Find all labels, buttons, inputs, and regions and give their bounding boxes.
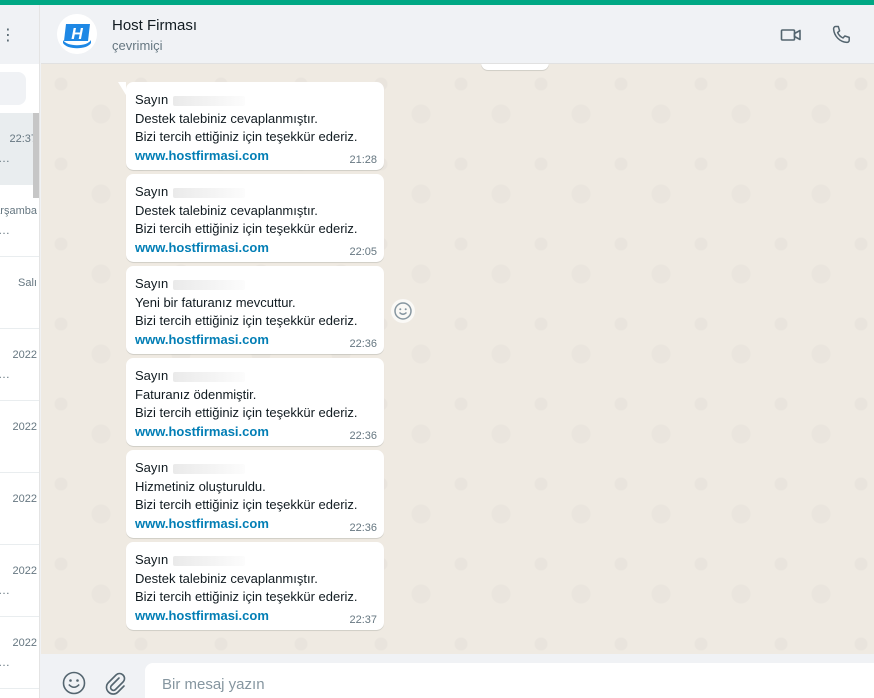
chat-preview: … — [0, 583, 10, 597]
message-greeting: Sayın — [135, 368, 169, 383]
message-text: Hizmetiniz oluşturuldu. — [135, 478, 266, 494]
message-bubble[interactable]: Sayın Faturanız ödenmiştir. Bizi tercih et… — [126, 358, 384, 446]
message-text: Destek talebiniz cevaplanmıştır. — [135, 202, 318, 218]
sidebar-scrollbar[interactable] — [33, 113, 39, 198]
chat-list-item[interactable]: 2022 — [0, 473, 39, 545]
sidebar-header: ⋮ — [0, 5, 39, 64]
chat-time: 2022 — [12, 637, 37, 649]
message-greeting-line: Sayın — [135, 367, 375, 386]
contact-status: çevrimiçi — [112, 38, 163, 53]
contact-name[interactable]: Host Firması — [112, 17, 197, 34]
message-greeting-line: Sayın — [135, 183, 375, 202]
compose-bar — [41, 654, 874, 698]
message-pane[interactable]: Sayın Destek talebiniz cevaplanmıştır. Biz… — [41, 64, 874, 654]
svg-text:H: H — [71, 26, 83, 43]
message-time: 22:05 — [349, 246, 377, 258]
search-input[interactable] — [0, 72, 26, 105]
redacted-name — [173, 279, 246, 290]
chat-preview: … — [0, 655, 10, 669]
message-greeting-line: Sayın — [135, 459, 375, 478]
chat-preview: … — [0, 223, 10, 237]
message-thanks: Bizi tercih ettiğiniz için teşekkür eder… — [135, 221, 358, 236]
message-time: 22:36 — [349, 338, 377, 350]
chat-time: 2022 — [12, 493, 37, 505]
message-time: 22:36 — [349, 430, 377, 442]
redacted-name — [173, 187, 246, 198]
chat-list-item[interactable]: 2022… — [0, 617, 39, 689]
chat-header: H Host Firması çevrimiçi — [41, 5, 874, 64]
message-greeting: Sayın — [135, 460, 169, 475]
redacted-name — [173, 555, 246, 566]
attach-icon[interactable] — [102, 670, 128, 696]
message-time: 21:28 — [349, 154, 377, 166]
emoji-reaction-icon — [394, 302, 412, 320]
message-greeting-line: Sayın — [135, 91, 375, 110]
host-logo-icon: H — [57, 14, 97, 54]
message-greeting-line: Sayın — [135, 551, 375, 570]
chat-list-item[interactable]: 2022… — [0, 329, 39, 401]
chat-list: 22:37…Çarşamba…Salı2022…202220222022…202… — [0, 113, 39, 689]
chat-list-sidebar: ⋮ 22:37…Çarşamba…Salı2022…202220222022…2… — [0, 5, 40, 698]
redacted-name — [173, 371, 246, 382]
chat-time: Çarşamba — [0, 205, 37, 217]
chat-preview: … — [0, 151, 10, 165]
message-text: Yeni bir faturanız mevcuttur. — [135, 294, 296, 310]
message-greeting-line: Sayın — [135, 275, 375, 294]
message-time: 22:37 — [349, 614, 377, 626]
message-bubble[interactable]: Sayın Hizmetiniz oluşturuldu. Bizi tercih … — [126, 450, 384, 538]
emoji-icon[interactable] — [61, 670, 87, 696]
message-link[interactable]: www.hostfirmasi.com — [135, 239, 375, 257]
message-thanks: Bizi tercih ettiğiniz için teşekkür eder… — [135, 589, 358, 604]
chat-list-item[interactable]: 2022 — [0, 401, 39, 473]
message-text: Destek talebiniz cevaplanmıştır. — [135, 570, 318, 586]
message-input[interactable] — [145, 663, 874, 698]
menu-icon[interactable]: ⋮ — [0, 25, 17, 45]
message-link[interactable]: www.hostfirmasi.com — [135, 331, 375, 349]
chat-time: 2022 — [12, 349, 37, 361]
voice-call-icon[interactable] — [829, 23, 853, 47]
message-thanks: Bizi tercih ettiğiniz için teşekkür eder… — [135, 405, 358, 420]
chat-time: 2022 — [12, 565, 37, 577]
message-thanks: Bizi tercih ettiğiniz için teşekkür eder… — [135, 129, 358, 144]
message-greeting: Sayın — [135, 552, 169, 567]
message-link[interactable]: www.hostfirmasi.com — [135, 607, 375, 625]
reaction-button[interactable] — [391, 299, 415, 323]
message-thanks: Bizi tercih ettiğiniz için teşekkür eder… — [135, 313, 358, 328]
chat-time: Salı — [18, 277, 37, 289]
message-text: Destek talebiniz cevaplanmıştır. — [135, 110, 318, 126]
redacted-name — [173, 95, 246, 106]
message-bubble[interactable]: Sayın Destek talebiniz cevaplanmıştır. Biz… — [118, 82, 384, 170]
message-greeting: Sayın — [135, 276, 169, 291]
video-call-icon[interactable] — [779, 23, 803, 47]
message-link[interactable]: www.hostfirmasi.com — [135, 515, 375, 533]
chat-preview: … — [0, 367, 10, 381]
message-bubble[interactable]: Sayın Yeni bir faturanız mevcuttur. Bizi t… — [126, 266, 384, 354]
message-thanks: Bizi tercih ettiğiniz için teşekkür eder… — [135, 497, 358, 512]
chat-time: 2022 — [12, 421, 37, 433]
message-greeting: Sayın — [135, 184, 169, 199]
avatar[interactable]: H — [57, 14, 97, 54]
chat-list-item[interactable]: 2022… — [0, 545, 39, 617]
message-link[interactable]: www.hostfirmasi.com — [135, 423, 375, 441]
message-time: 22:36 — [349, 522, 377, 534]
redacted-name — [173, 463, 246, 474]
chat-list-item[interactable]: Salı — [0, 257, 39, 329]
message-bubble[interactable]: Sayın Destek talebiniz cevaplanmıştır. Biz… — [126, 174, 384, 262]
date-chip — [481, 64, 549, 70]
message-link[interactable]: www.hostfirmasi.com — [135, 147, 375, 165]
message-bubble[interactable]: Sayın Destek talebiniz cevaplanmıştır. Biz… — [126, 542, 384, 630]
message-greeting: Sayın — [135, 92, 169, 107]
message-text: Faturanız ödenmiştir. — [135, 386, 257, 402]
